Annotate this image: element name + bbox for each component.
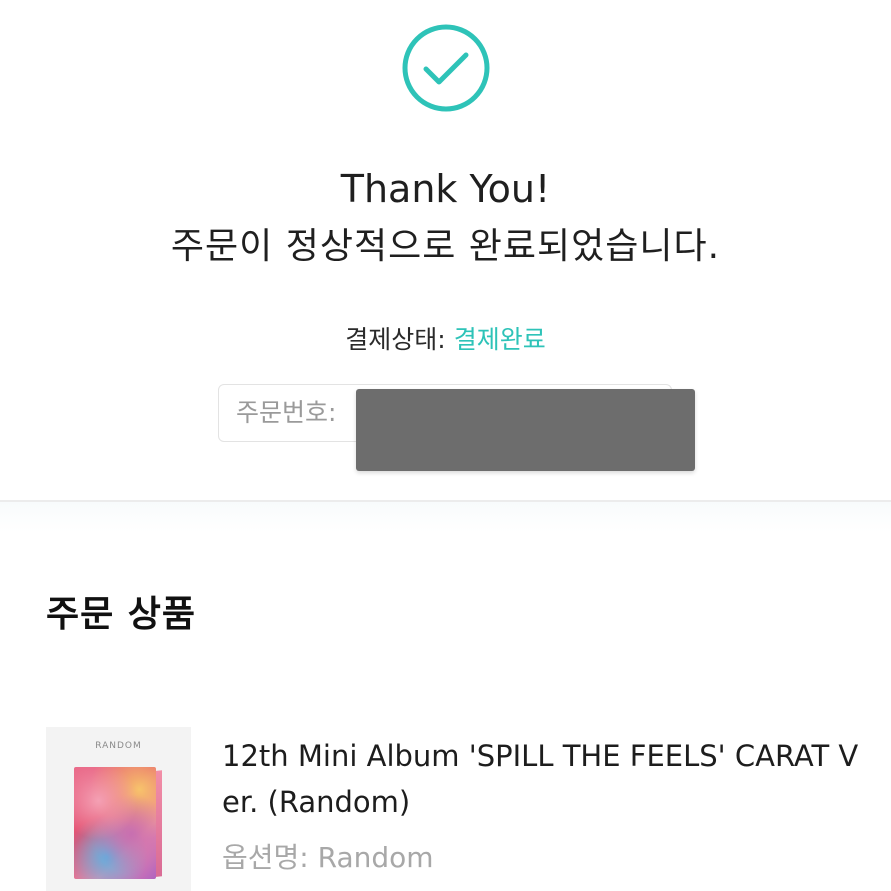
section-band [0, 502, 891, 532]
product-option-value: Random [317, 841, 434, 874]
payment-status-label: 결제상태: [345, 325, 446, 354]
order-number-label: 주문번호: [236, 398, 337, 427]
thumbnail-label: RANDOM [95, 741, 142, 751]
order-items-title: 주문 상품 [46, 594, 197, 635]
product-option-label: 옵션명: [222, 841, 309, 874]
payment-status-value: 결제완료 [453, 325, 546, 354]
album-cover [74, 767, 156, 879]
redaction-box [356, 389, 695, 471]
thank-you-title: Thank You! [340, 167, 551, 211]
payment-status: 결제상태: 결제완료 [0, 322, 891, 358]
product-name[interactable]: 12th Mini Album 'SPILL THE FEELS' CARAT … [222, 733, 862, 825]
product-option: 옵션명: Random [222, 838, 434, 878]
order-complete-message: 주문이 정상적으로 완료되었습니다. [170, 226, 721, 267]
product-thumbnail[interactable]: RANDOM [46, 727, 191, 891]
check-circle-icon [402, 24, 490, 112]
